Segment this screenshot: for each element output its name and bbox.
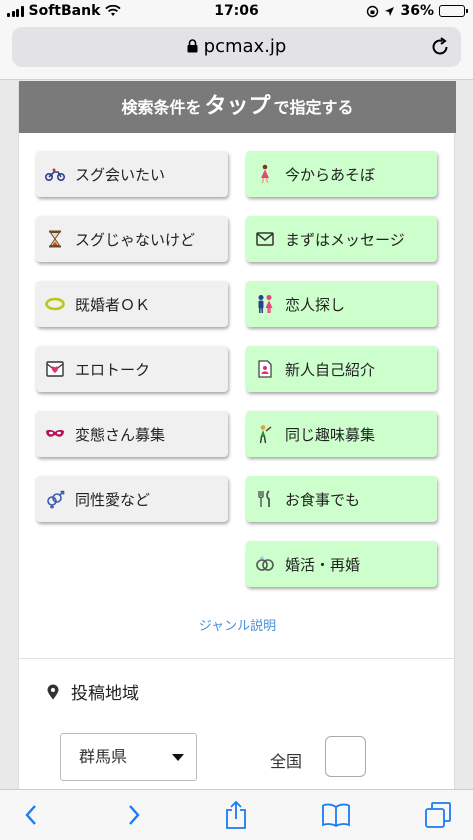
search-header: 検索条件を タップ で指定する bbox=[19, 81, 456, 133]
genre-label: お食事でも bbox=[285, 490, 361, 509]
region-label: 投稿地域 bbox=[71, 684, 139, 704]
map-pin-icon bbox=[47, 684, 59, 699]
share-icon bbox=[226, 800, 246, 829]
mask-icon bbox=[44, 423, 66, 445]
browser-header: pcmax.jp bbox=[0, 22, 473, 80]
genre-label: 既婚者ＯＫ bbox=[75, 295, 151, 314]
share-button[interactable] bbox=[221, 800, 251, 830]
genre-label: 変態さん募集 bbox=[75, 425, 166, 444]
nationwide-label: 全国 bbox=[270, 752, 303, 771]
section-divider bbox=[19, 658, 456, 659]
genre-label: まずはメッセージ bbox=[285, 230, 405, 249]
genre-button-ero-talk[interactable]: エロトーク bbox=[36, 346, 228, 392]
status-bar: SoftBank 17:06 36% bbox=[0, 0, 473, 22]
lock-icon bbox=[187, 39, 198, 53]
envelope-icon bbox=[254, 228, 276, 250]
address-bar[interactable]: pcmax.jp bbox=[12, 27, 461, 67]
battery-percent: 36% bbox=[400, 3, 434, 19]
fork-knife-icon bbox=[254, 488, 276, 510]
tabs-icon bbox=[425, 802, 451, 828]
forward-button[interactable] bbox=[119, 800, 149, 830]
love-letter-icon bbox=[44, 358, 66, 380]
genre-label: 新人自己紹介 bbox=[285, 360, 376, 379]
reload-icon[interactable] bbox=[429, 36, 451, 58]
genre-label: スグ会いたい bbox=[75, 165, 166, 184]
dancer-icon bbox=[254, 163, 276, 185]
genre-button-koibito-sagashi[interactable]: 恋人探し bbox=[246, 281, 437, 327]
genre-button-kikonsha-ok[interactable]: 既婚者ＯＫ bbox=[36, 281, 228, 327]
chevron-right-icon bbox=[129, 805, 140, 825]
page-content: 検索条件を タップ で指定する スグ会いたい スグじゃないけど 既婚者ＯＫ エロトー… bbox=[0, 81, 473, 789]
genre-label: スグじゃないけど bbox=[75, 230, 196, 249]
gender-icon bbox=[44, 488, 66, 510]
browser-toolbar bbox=[0, 789, 473, 840]
prefecture-value: 群馬県 bbox=[79, 747, 128, 766]
genre-button-konkatsu[interactable]: 婚活・再婚 bbox=[246, 541, 437, 587]
genre-button-onaji-shumi[interactable]: 同じ趣味募集 bbox=[246, 411, 437, 457]
genre-button-hentai[interactable]: 変態さん募集 bbox=[36, 411, 228, 457]
genre-button-doseiai[interactable]: 同性愛など bbox=[36, 476, 228, 522]
region-heading: 投稿地域 bbox=[47, 679, 139, 704]
genre-button-mazuwa-message[interactable]: まずはメッセージ bbox=[246, 216, 437, 262]
ring-icon bbox=[44, 293, 66, 315]
tabs-button[interactable] bbox=[423, 800, 453, 830]
genre-button-shinjin-jikoshokai[interactable]: 新人自己紹介 bbox=[246, 346, 437, 392]
genre-label: 恋人探し bbox=[285, 295, 346, 314]
prefecture-select[interactable]: 群馬県 bbox=[60, 733, 197, 781]
genre-description-link[interactable]: ジャンル説明 bbox=[19, 615, 456, 634]
book-icon bbox=[322, 803, 350, 828]
genre-button-sugu-aitai[interactable]: スグ会いたい bbox=[36, 151, 228, 197]
genre-label: 婚活・再婚 bbox=[285, 555, 361, 574]
rings-icon bbox=[254, 553, 276, 575]
search-panel: 検索条件を タップ で指定する スグ会いたい スグじゃないけど 既婚者ＯＫ エロトー… bbox=[18, 81, 456, 789]
chevron-down-icon bbox=[172, 754, 184, 761]
genre-label: 今からあそぼ bbox=[285, 165, 376, 184]
location-icon bbox=[385, 6, 395, 16]
bookmarks-button[interactable] bbox=[321, 800, 351, 830]
genre-button-sugu-janai[interactable]: スグじゃないけど bbox=[36, 216, 228, 262]
genre-label: 同性愛など bbox=[75, 490, 151, 509]
nationwide-checkbox[interactable] bbox=[325, 736, 366, 777]
genre-button-oshokuji[interactable]: お食事でも bbox=[246, 476, 437, 522]
profile-card-icon bbox=[254, 358, 276, 380]
couple-icon bbox=[254, 293, 276, 315]
genre-label: エロトーク bbox=[75, 360, 151, 379]
motorcycle-icon bbox=[44, 163, 66, 185]
hourglass-icon bbox=[44, 228, 66, 250]
battery-icon bbox=[439, 5, 468, 17]
url-text: pcmax.jp bbox=[203, 36, 287, 57]
rotation-lock-icon bbox=[367, 5, 379, 17]
genre-label: 同じ趣味募集 bbox=[285, 425, 376, 444]
genre-button-imakara-asobo[interactable]: 今からあそぼ bbox=[246, 151, 437, 197]
chevron-left-icon bbox=[25, 805, 36, 825]
hobby-icon bbox=[254, 423, 276, 445]
back-button[interactable] bbox=[16, 800, 46, 830]
